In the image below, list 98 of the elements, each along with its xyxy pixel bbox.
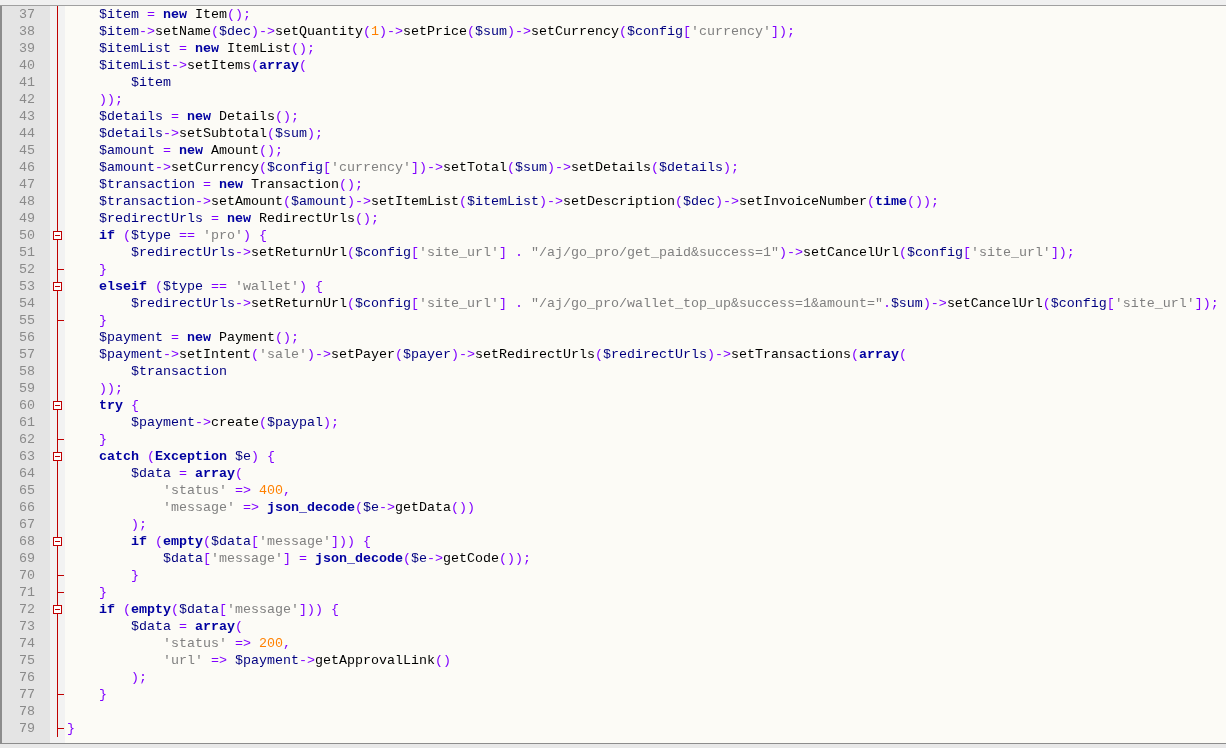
code-line: 'url' => $payment->getApprovalLink(): [163, 652, 451, 669]
line-number: 52: [18, 261, 35, 278]
line-number: 61: [18, 414, 35, 431]
code-line: $redirectUrls->setReturnUrl($config['site_url'] . "/aj/go_pro/wallet_top_up&success=1&amount=".$sum)->setCancelUrl($config['site_url']);: [131, 295, 1219, 312]
code-line: $redirectUrls = new RedirectUrls();: [99, 210, 379, 227]
code-line: if ($type == 'pro') {: [99, 227, 267, 244]
line-number: 70: [18, 567, 35, 584]
line-number: 59: [18, 380, 35, 397]
line-number: 71: [18, 584, 35, 601]
code-line: }: [99, 584, 107, 601]
line-number: 64: [18, 465, 35, 482]
line-number: 74: [18, 635, 35, 652]
line-number: 38: [18, 23, 35, 40]
line-number: 54: [18, 295, 35, 312]
code-line: elseif ($type == 'wallet') {: [99, 278, 323, 295]
code-line: $data = array(: [131, 618, 243, 635]
line-number: 45: [18, 142, 35, 159]
line-number: 57: [18, 346, 35, 363]
collapse-icon[interactable]: [53, 605, 62, 614]
code-line: $payment->create($paypal);: [131, 414, 339, 431]
fold-end-marker: [58, 439, 64, 440]
collapse-icon[interactable]: [53, 282, 62, 291]
fold-end-marker: [58, 320, 64, 321]
code-line: if (empty($data['message'])) {: [99, 601, 339, 618]
line-number: 53: [18, 278, 35, 295]
code-line: $amount = new Amount();: [99, 142, 283, 159]
collapse-icon[interactable]: [53, 537, 62, 546]
code-line: ));: [99, 380, 123, 397]
line-number: 72: [18, 601, 35, 618]
code-line: $itemList = new ItemList();: [99, 40, 315, 57]
line-number: 44: [18, 125, 35, 142]
line-number: 76: [18, 669, 35, 686]
code-line: catch (Exception $e) {: [99, 448, 275, 465]
line-number: 58: [18, 363, 35, 380]
code-line: }: [99, 312, 107, 329]
line-number: 65: [18, 482, 35, 499]
line-number: 63: [18, 448, 35, 465]
line-number: 43: [18, 108, 35, 125]
code-line: $itemList->setItems(array(: [99, 57, 307, 74]
line-number: 41: [18, 74, 35, 91]
line-number: 39: [18, 40, 35, 57]
line-number: 67: [18, 516, 35, 533]
code-line: try {: [99, 397, 139, 414]
code-line: $details->setSubtotal($sum);: [99, 125, 323, 142]
line-number: 62: [18, 431, 35, 448]
code-line: );: [131, 516, 147, 533]
line-number: 55: [18, 312, 35, 329]
line-number: 60: [18, 397, 35, 414]
line-number: 50: [18, 227, 35, 244]
line-number: 40: [18, 57, 35, 74]
line-number: 73: [18, 618, 35, 635]
line-number: 68: [18, 533, 35, 550]
code-line: 'message' => json_decode($e->getData()): [163, 499, 475, 516]
line-number: 78: [18, 703, 35, 720]
line-number: 48: [18, 193, 35, 210]
code-line: }: [99, 431, 107, 448]
fold-end-marker: [58, 694, 64, 695]
fold-end-marker: [58, 728, 64, 729]
fold-end-marker: [58, 575, 64, 576]
collapse-icon[interactable]: [53, 452, 62, 461]
code-line: }: [131, 567, 139, 584]
code-line: $item = new Item();: [99, 6, 251, 23]
code-line: $amount->setCurrency($config['currency'])->setTotal($sum)->setDetails($details);: [99, 159, 739, 176]
code-line: if (empty($data['message'])) {: [131, 533, 371, 550]
code-line: $transaction = new Transaction();: [99, 176, 363, 193]
code-line: $details = new Details();: [99, 108, 299, 125]
collapse-icon[interactable]: [53, 231, 62, 240]
code-line: $data['message'] = json_decode($e->getCode());: [163, 550, 531, 567]
code-line: $item->setName($dec)->setQuantity(1)->setPrice($sum)->setCurrency($config['currency']);: [99, 23, 795, 40]
line-number: 46: [18, 159, 35, 176]
line-number: 69: [18, 550, 35, 567]
code-line: 'status' => 400,: [163, 482, 291, 499]
fold-end-marker: [58, 592, 64, 593]
line-number: 37: [18, 6, 35, 23]
line-number: 42: [18, 91, 35, 108]
line-number: 77: [18, 686, 35, 703]
code-line: );: [131, 669, 147, 686]
code-line: $transaction->setAmount($amount)->setItemList($itemList)->setDescription($dec)->setInvoiceNumber(time());: [99, 193, 939, 210]
code-line: }: [99, 261, 107, 278]
code-line: $redirectUrls->setReturnUrl($config['site_url'] . "/aj/go_pro/get_paid&success=1")->setCancelUrl($config['site_url']);: [131, 244, 1075, 261]
collapse-icon[interactable]: [53, 401, 62, 410]
code-line: $data = array(: [131, 465, 243, 482]
code-line: 'status' => 200,: [163, 635, 291, 652]
line-number: 79: [18, 720, 35, 737]
code-line: $item: [131, 74, 171, 91]
code-line: $transaction: [131, 363, 227, 380]
fold-end-marker: [58, 269, 64, 270]
code-line: }: [67, 720, 75, 737]
line-number: 51: [18, 244, 35, 261]
code-line: $payment->setIntent('sale')->setPayer($payer)->setRedirectUrls($redirectUrls)->setTransactions(array(: [99, 346, 907, 363]
line-number: 66: [18, 499, 35, 516]
line-number: 47: [18, 176, 35, 193]
line-number: 75: [18, 652, 35, 669]
code-line: }: [99, 686, 107, 703]
code-line: $payment = new Payment();: [99, 329, 299, 346]
code-line: ));: [99, 91, 123, 108]
line-number: 49: [18, 210, 35, 227]
line-number: 56: [18, 329, 35, 346]
